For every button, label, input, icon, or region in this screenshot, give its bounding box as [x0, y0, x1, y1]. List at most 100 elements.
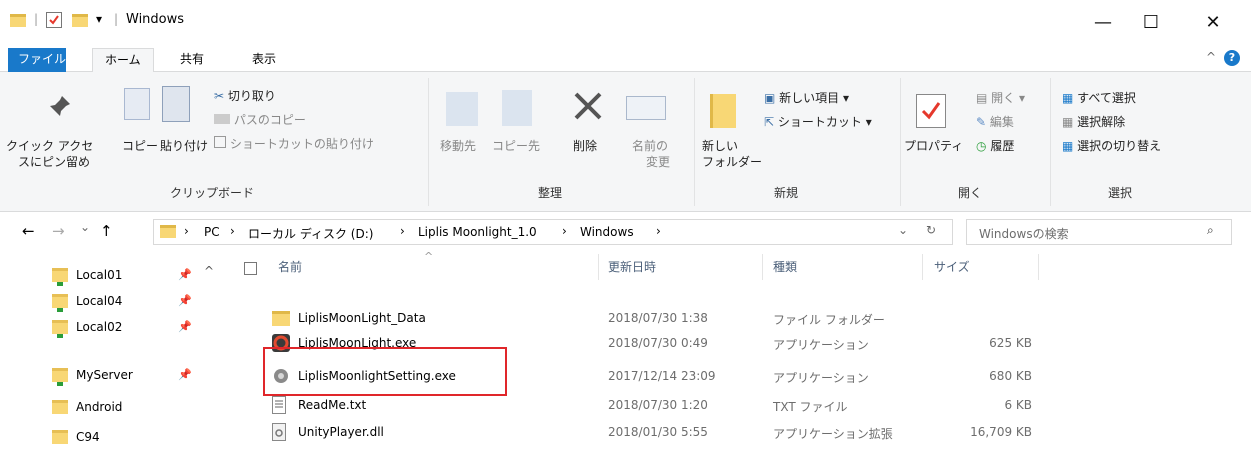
highlight-box — [263, 347, 507, 396]
nav-item-android[interactable]: Android — [52, 394, 122, 420]
rename-icon — [626, 96, 666, 120]
crumb-separator: › — [562, 224, 567, 238]
nav-item-local01[interactable]: Local01 — [52, 262, 122, 288]
nav-item-c94[interactable]: C94 — [52, 424, 100, 450]
group-divider — [428, 78, 429, 206]
help-icon[interactable]: ? — [1224, 50, 1240, 66]
new-folder-icon[interactable] — [72, 14, 88, 27]
copy-path-label: パスのコピー — [233, 113, 306, 127]
ribbon-tabs: ファイル ホーム 共有 表示 ^ ? — [0, 44, 1251, 73]
shortcut-button[interactable]: ⇱ ショートカット ▾ — [764, 114, 872, 130]
delete-button[interactable]: 削除 — [573, 138, 597, 154]
paste-button[interactable]: 貼り付け — [160, 138, 208, 154]
title-bar: | ▾ | Windows — ☐ ✕ — [0, 0, 1251, 44]
pin-icon[interactable]: 📌 — [178, 368, 192, 381]
file-size: 625 KB — [989, 336, 1032, 350]
nav-item-label: MyServer — [76, 368, 133, 382]
new-folder-button[interactable]: 新しい フォルダー — [702, 138, 762, 170]
new-item-button[interactable]: ▣ 新しい項目 ▾ — [764, 90, 849, 106]
new-folder-label-line1: 新しい — [702, 139, 739, 153]
select-none-button[interactable]: ▦ 選択解除 — [1062, 114, 1125, 130]
column-header-name[interactable]: 名前 — [278, 258, 302, 275]
history-icon: ◷ — [976, 139, 987, 153]
select-all-checkbox[interactable] — [244, 262, 257, 275]
history-button[interactable]: ◷ 履歴 — [976, 138, 1014, 154]
new-folder-icon — [710, 94, 736, 128]
maximize-button[interactable]: ☐ — [1128, 0, 1174, 44]
tab-share[interactable]: 共有 — [168, 48, 216, 72]
properties-button[interactable]: プロパティ — [904, 138, 963, 154]
invert-selection-button[interactable]: ▦ 選択の切り替え — [1062, 138, 1161, 154]
column-header-date[interactable]: 更新日時 — [608, 258, 656, 275]
qa-customize-arrow[interactable]: ▾ — [96, 12, 102, 26]
recent-locations-button[interactable]: ⌄ — [80, 220, 90, 234]
address-box[interactable]: › PC › ローカル ディスク (D:) › Liplis Moonlight… — [153, 219, 953, 245]
copy-to-button[interactable]: コピー先 — [492, 138, 540, 154]
search-input[interactable]: Windowsの検索 — [979, 225, 1069, 242]
select-none-label: 選択解除 — [1077, 115, 1126, 129]
nav-item-label: Android — [76, 400, 123, 414]
ribbon-collapse-icon[interactable]: ^ — [1206, 50, 1216, 64]
properties-check-icon[interactable] — [46, 12, 62, 28]
open-button[interactable]: ▤ 開く ▾ — [976, 90, 1025, 106]
table-row[interactable]: UnityPlayer.dll 2018/01/30 5:55 アプリケーション… — [232, 420, 1251, 445]
forward-button[interactable]: → — [52, 222, 65, 240]
network-folder-icon — [52, 268, 68, 286]
select-all-icon: ▦ — [1062, 91, 1074, 105]
nav-item-local02[interactable]: Local02 — [52, 314, 122, 340]
copy-path-button[interactable]: パスのコピー — [214, 112, 306, 128]
paste-icon — [162, 86, 190, 122]
search-box[interactable]: Windowsの検索 ⌕ — [966, 219, 1232, 245]
table-row[interactable]: LiplisMoonLight_Data 2018/07/30 1:38 ファイ… — [232, 306, 1251, 331]
minimize-button[interactable]: — — [1080, 0, 1126, 44]
cut-button[interactable]: ✂ 切り取り — [214, 88, 276, 104]
network-folder-icon — [52, 294, 68, 312]
rename-button[interactable]: 名前の 変更 — [632, 138, 670, 170]
column-divider[interactable] — [598, 254, 599, 280]
breadcrumb-local-disk[interactable]: ローカル ディスク (D:) — [248, 225, 373, 242]
column-header-size[interactable]: サイズ — [934, 258, 970, 275]
move-to-button[interactable]: 移動先 — [440, 138, 476, 154]
pin-icon[interactable]: 📌 — [178, 320, 192, 333]
pin-icon[interactable]: 📌 — [178, 268, 192, 281]
column-divider[interactable] — [1038, 254, 1039, 280]
file-type: TXT ファイル — [773, 400, 848, 414]
file-date: 2017/12/14 23:09 — [608, 369, 716, 383]
breadcrumb-liplis[interactable]: Liplis Moonlight_1.0 — [418, 225, 537, 239]
table-row[interactable]: ReadMe.txt 2018/07/30 1:20 TXT ファイル 6 KB — [232, 393, 1251, 418]
tab-file[interactable]: ファイル — [8, 48, 66, 72]
pin-icon[interactable]: 📌 — [178, 294, 192, 307]
move-to-icon — [446, 92, 478, 126]
refresh-button[interactable]: ↻ — [926, 223, 936, 237]
close-button[interactable]: ✕ — [1190, 0, 1236, 44]
column-header-type[interactable]: 種類 — [773, 258, 797, 275]
nav-scroll-up-icon[interactable]: ^ — [204, 264, 214, 278]
file-size: 680 KB — [989, 369, 1032, 383]
shortcut-icon: ⇱ — [764, 115, 775, 129]
search-icon: ⌕ — [1207, 223, 1214, 237]
address-dropdown-button[interactable]: ⌄ — [898, 223, 908, 237]
column-divider[interactable] — [762, 254, 763, 280]
copy-icon — [124, 88, 150, 120]
select-all-button[interactable]: ▦ すべて選択 — [1062, 90, 1136, 106]
column-divider[interactable] — [922, 254, 923, 280]
up-button[interactable]: ↑ — [100, 222, 113, 240]
crumb-separator: › — [656, 224, 661, 238]
breadcrumb-windows[interactable]: Windows — [580, 225, 634, 239]
nav-item-myserver[interactable]: MyServer — [52, 362, 133, 388]
breadcrumb-pc[interactable]: PC — [204, 225, 220, 239]
pin-quick-access-button[interactable]: クイック アクセ スにピン留め — [6, 138, 93, 170]
group-label-clipboard: クリップボード — [170, 186, 255, 200]
shortcut-label: ショートカット ▾ — [777, 115, 872, 129]
nav-item-local04[interactable]: Local04 — [52, 288, 122, 314]
tab-home[interactable]: ホーム — [92, 48, 154, 73]
copy-button[interactable]: コピー — [122, 138, 158, 154]
copy-to-icon — [502, 90, 532, 126]
paste-shortcut-button[interactable]: ショートカットの貼り付け — [214, 136, 374, 152]
back-button[interactable]: ← — [22, 222, 35, 240]
file-size: 16,709 KB — [970, 425, 1032, 439]
edit-button[interactable]: ✎ 編集 — [976, 114, 1014, 130]
tab-view[interactable]: 表示 — [240, 48, 288, 72]
file-size: 6 KB — [1004, 398, 1032, 412]
rename-label-line1: 名前の — [632, 139, 669, 153]
